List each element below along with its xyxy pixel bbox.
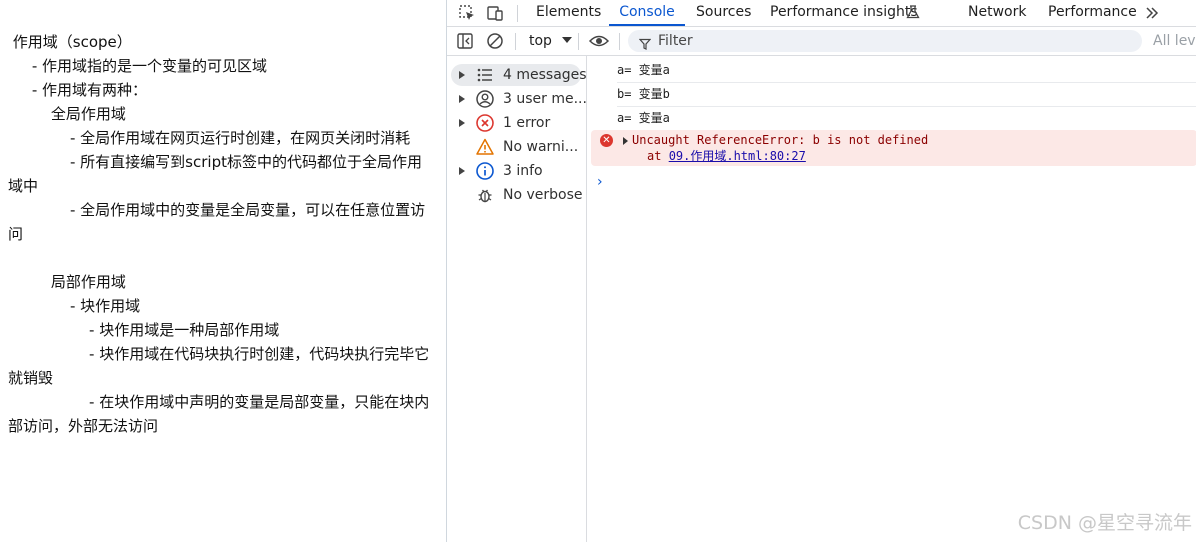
console-log-line: b= 变量b [617,83,1196,107]
caret-down-icon [562,37,573,43]
clear-console-icon[interactable] [485,31,505,51]
list-icon [475,65,495,85]
console-log-line: a= 变量a [617,59,1196,83]
page-line: - 块作用域是一种局部作用域 [8,321,280,339]
live-expression-eye-icon[interactable] [588,31,610,51]
page-line: 就销毁 [8,369,54,387]
expand-arrow-icon [459,71,465,79]
toolbar-separator [517,5,518,22]
page-line: - 在块作用域中声明的变量是局部变量，只能在块内 [8,393,430,411]
inspect-element-icon[interactable] [457,3,477,23]
page-line: - 作用域有两种： [8,81,148,99]
expand-arrow-icon [459,119,465,127]
sidebar-item-messages[interactable]: 4 messages [451,64,587,86]
page-line: - 块作用域在代码块执行时创建，代码块执行完毕它 [8,345,430,363]
tab-performance-insights[interactable]: Performance insights [770,0,918,26]
context-selector[interactable]: top [529,31,573,51]
page-line: 全局作用域 [8,105,126,123]
context-label: top [529,33,552,49]
log-levels-dropdown[interactable]: All levels [1153,31,1196,51]
page-line: 问 [8,225,24,243]
console-sidebar: 4 messages 3 user me... 1 error No warni… [447,56,587,542]
user-icon [475,89,495,109]
page-line: - 块作用域 [8,297,141,315]
console-toolbar: top Filter All levels [447,27,1196,56]
console-error-message: ✕ Uncaught ReferenceError: b is not defi… [591,130,1196,166]
tab-elements[interactable]: Elements [536,0,601,26]
sidebar-item-errors[interactable]: 1 error [451,112,581,134]
expand-arrow-icon [459,95,465,103]
warning-icon [475,137,495,157]
sidebar-item-info[interactable]: 3 info [451,160,581,182]
error-icon [475,113,495,133]
filter-icon [638,35,652,54]
more-tabs-icon[interactable] [1143,4,1163,24]
expand-error-arrow-icon[interactable] [623,137,628,145]
bug-icon [475,185,495,205]
info-icon [475,161,495,181]
tab-sources[interactable]: Sources [696,0,751,26]
tab-network[interactable]: Network [968,0,1026,26]
error-stack-line: at 09.作用域.html:80:27 [647,148,806,164]
error-circle-icon: ✕ [600,134,613,147]
error-source-link[interactable]: 09.作用域.html:80:27 [669,149,806,163]
sidebar-item-warnings[interactable]: No warni... [451,136,581,158]
tab-performance[interactable]: Performance [1048,0,1137,26]
toolbar-separator [619,33,620,50]
console-output: a= 变量a b= 变量b a= 变量a ✕ Uncaught Referenc… [587,56,1196,542]
toolbar-separator [578,33,579,50]
devtools-tabbar: Elements Console Sources Performance ins… [447,0,1196,27]
sidebar-item-label: 1 error [503,115,551,131]
sidebar-item-user-messages[interactable]: 3 user me... [451,88,587,110]
sidebar-toggle-icon[interactable] [455,31,475,51]
expand-arrow-icon [459,167,465,175]
page-line: - 作用域指的是一个变量的可见区域 [8,57,268,75]
page-line: 作用域（scope） [8,33,132,51]
sidebar-item-label: No verbose [503,187,583,203]
device-toolbar-icon[interactable] [485,3,505,23]
stack-at-label: at [647,149,669,163]
page-content: 作用域（scope） - 作用域指的是一个变量的可见区域 - 作用域有两种： 全… [0,0,446,542]
sidebar-item-label: 3 user me... [503,91,587,107]
page-line: - 全局作用域在网页运行时创建，在网页关闭时消耗 [8,129,411,147]
watermark: CSDN @星空寻流年 [1017,512,1192,534]
console-log-line: a= 变量a [617,111,670,125]
page-line: 域中 [8,177,39,195]
sidebar-item-label: 3 info [503,163,543,179]
page-line: - 所有直接编写到script标签中的代码都位于全局作用 [8,153,422,171]
flask-icon [905,4,925,24]
devtools-panel: Elements Console Sources Performance ins… [446,0,1196,542]
sidebar-item-verbose[interactable]: No verbose [451,184,583,206]
error-text: Uncaught ReferenceError: b is not define… [632,133,929,147]
console-prompt[interactable]: › [597,174,603,190]
page-line: - 全局作用域中的变量是全局变量，可以在任意位置访 [8,201,426,219]
filter-placeholder: Filter [658,33,693,49]
tab-console[interactable]: Console [609,0,685,26]
sidebar-item-label: 4 messages [503,67,587,83]
page-line: 部访问，外部无法访问 [8,417,159,435]
page-line: 局部作用域 [8,273,126,291]
filter-input[interactable]: Filter [628,30,1142,52]
sidebar-item-label: No warni... [503,139,579,155]
toolbar-separator [515,33,516,50]
